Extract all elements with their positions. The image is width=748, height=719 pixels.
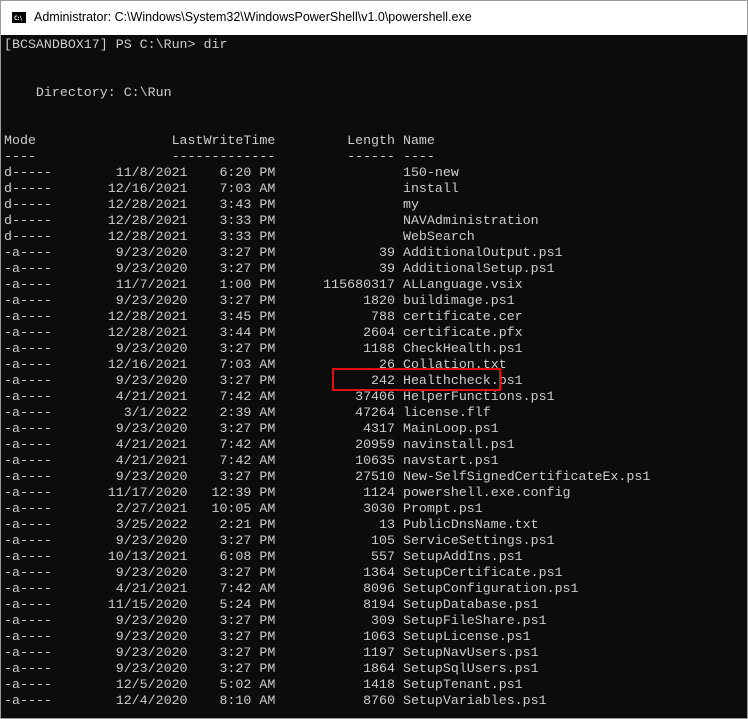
table-row: -a---- 9/23/2020 3:27 PM 1197 SetupNavUs… [4, 645, 539, 660]
table-row: -a---- 4/21/2021 7:42 AM 37406 HelperFun… [4, 389, 555, 404]
table-row: d----- 12/28/2021 3:33 PM WebSearch [4, 229, 475, 244]
table-row: -a---- 12/4/2020 8:10 AM 8760 SetupVaria… [4, 693, 547, 708]
console-output[interactable]: [BCSANDBOX17] PS C:\Run> dir Directory: … [1, 35, 747, 718]
table-row: -a---- 12/16/2021 7:03 AM 26 Collation.t… [4, 357, 507, 372]
table-row: -a---- 3/1/2022 2:39 AM 47264 license.fl… [4, 405, 491, 420]
table-row: -a---- 9/23/2020 3:27 PM 242 Healthcheck… [4, 373, 523, 388]
table-row: -a---- 2/27/2021 10:05 AM 3030 Prompt.ps… [4, 501, 483, 516]
table-row: d----- 12/28/2021 3:33 PM NAVAdministrat… [4, 213, 539, 228]
table-row: -a---- 9/23/2020 3:27 PM 27510 New-SelfS… [4, 469, 651, 484]
powershell-window: C:\ Administrator: C:\Windows\System32\W… [0, 0, 748, 719]
table-row: -a---- 9/23/2020 3:27 PM 39 AdditionalSe… [4, 261, 555, 276]
table-row: -a---- 4/21/2021 7:42 AM 20959 navinstal… [4, 437, 515, 452]
table-row: -a---- 9/23/2020 3:27 PM 1063 SetupLicen… [4, 629, 531, 644]
table-row: -a---- 9/23/2020 3:27 PM 4317 MainLoop.p… [4, 421, 499, 436]
table-row: d----- 11/8/2021 6:20 PM 150-new [4, 165, 459, 180]
table-row: -a---- 9/23/2020 3:27 PM 1864 SetupSqlUs… [4, 661, 539, 676]
table-row: -a---- 9/23/2020 3:27 PM 1188 CheckHealt… [4, 341, 523, 356]
powershell-console-icon: C:\ [12, 12, 26, 23]
title-bar[interactable]: C:\ Administrator: C:\Windows\System32\W… [1, 1, 747, 35]
table-row: -a---- 10/13/2021 6:08 PM 557 SetupAddIn… [4, 549, 523, 564]
table-row: -a---- 11/17/2020 12:39 PM 1124 powershe… [4, 485, 571, 500]
window-title: Administrator: C:\Windows\System32\Windo… [34, 10, 472, 24]
table-row: -a---- 9/23/2020 3:27 PM 39 AdditionalOu… [4, 245, 563, 260]
table-row: -a---- 11/7/2021 1:00 PM 115680317 ALLan… [4, 277, 523, 292]
column-header: Mode LastWriteTime Length Name [4, 133, 435, 148]
table-row: -a---- 9/23/2020 3:27 PM 1820 buildimage… [4, 293, 515, 308]
table-row: -a---- 12/5/2020 5:02 AM 1418 SetupTenan… [4, 677, 523, 692]
column-underline: ---- ------------- ------ ---- [4, 149, 435, 164]
table-row: -a---- 12/28/2021 3:45 PM 788 certificat… [4, 309, 523, 324]
table-row: d----- 12/16/2021 7:03 AM install [4, 181, 459, 196]
table-row: -a---- 11/15/2020 5:24 PM 8194 SetupData… [4, 597, 539, 612]
table-row: -a---- 12/28/2021 3:44 PM 2604 certifica… [4, 325, 523, 340]
table-row: d----- 12/28/2021 3:43 PM my [4, 197, 419, 212]
table-row: -a---- 9/23/2020 3:27 PM 1364 SetupCerti… [4, 565, 563, 580]
table-row: -a---- 4/21/2021 7:42 AM 8096 SetupConfi… [4, 581, 579, 596]
table-row: -a---- 9/23/2020 3:27 PM 309 SetupFileSh… [4, 613, 547, 628]
table-row: -a---- 4/21/2021 7:42 AM 10635 navstart.… [4, 453, 499, 468]
prompt-line: [BCSANDBOX17] PS C:\Run> dir [4, 37, 228, 52]
directory-line: Directory: C:\Run [4, 85, 172, 100]
table-row: -a---- 9/23/2020 3:27 PM 105 ServiceSett… [4, 533, 555, 548]
table-row: -a---- 3/25/2022 2:21 PM 13 PublicDnsNam… [4, 517, 539, 532]
